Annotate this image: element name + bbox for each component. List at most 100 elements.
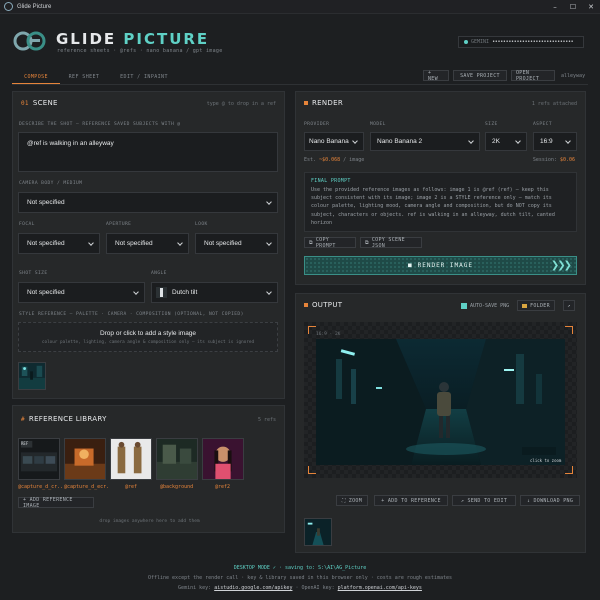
aperture-select[interactable]: Not specified: [106, 233, 189, 254]
folder-label: FOLDER: [530, 302, 550, 309]
copy-icon: ⧉: [365, 239, 369, 246]
chevron-down-icon: [266, 288, 272, 295]
output-history-thumbnail[interactable]: [304, 518, 332, 546]
ref-thumbnail[interactable]: [202, 438, 244, 480]
render-title: RENDER: [312, 99, 343, 107]
model-select[interactable]: Nano Banana 2: [370, 132, 480, 151]
shot-size-label: SHOT SIZE: [19, 271, 48, 276]
focal-select[interactable]: Not specified: [18, 233, 100, 254]
tabs-divider: [12, 84, 588, 85]
model-label: MODEL: [370, 122, 386, 127]
app-icon: [4, 2, 13, 11]
reference-library-panel: # REFERENCE LIBRARY 5 refs REF @capture_…: [12, 405, 285, 533]
logo-icon: [13, 31, 46, 51]
arrows-icon: ❯❯❯: [550, 260, 572, 271]
folder-button[interactable]: FOLDER: [517, 300, 555, 311]
describe-label: DESCRIBE THE SHOT — REFERENCE SAVED SUBJ…: [19, 122, 181, 127]
look-select[interactable]: Not specified: [195, 233, 278, 254]
angle-select[interactable]: Dutch tilt: [151, 282, 278, 303]
open-project-button[interactable]: OPEN PROJECT: [511, 70, 555, 82]
add-reference-image-button[interactable]: + ADD REFERENCE IMAGE: [18, 497, 94, 509]
size-value: 2K: [492, 138, 500, 145]
window-controls: – ☐ ✕: [546, 0, 600, 14]
ref-thumbnail[interactable]: [64, 438, 106, 480]
copy-prompt-button[interactable]: ⧉ COPY PROMPT: [304, 237, 356, 249]
chevron-down-icon: [266, 198, 272, 205]
autosave-label: AUTO-SAVE PNG: [470, 303, 510, 309]
chevron-down-icon: [468, 137, 474, 144]
tab-edit-inpaint[interactable]: EDIT / INPAINT: [108, 70, 180, 84]
send-to-edit-button[interactable]: ↗ SEND TO EDIT: [452, 495, 516, 506]
library-number: #: [21, 415, 25, 423]
add-to-reference-button[interactable]: + ADD TO REFERENCE: [374, 495, 448, 506]
estimate: Est. ~$0.068 / image: [304, 157, 364, 163]
provider-label: PROVIDER: [304, 122, 330, 127]
describe-textarea[interactable]: @ref is walking in an alleyway: [18, 132, 278, 172]
provider-select[interactable]: Nano Banana: [304, 132, 364, 151]
chevron-down-icon: [133, 288, 139, 295]
library-title: REFERENCE LIBRARY: [28, 415, 107, 423]
save-project-button[interactable]: SAVE PROJECT: [453, 70, 507, 81]
close-button[interactable]: ✕: [582, 0, 600, 14]
scene-panel: 01 SCENE type @ to drop in a ref DESCRIB…: [12, 91, 285, 399]
copy-icon: ⧉: [309, 239, 313, 246]
folder-icon: [522, 303, 528, 308]
main-tabs: COMPOSE REF SHEET EDIT / INPAINT: [12, 70, 180, 84]
final-prompt-box: FINAL PROMPT Use the provided reference …: [304, 172, 577, 232]
look-value: Not specified: [204, 240, 242, 247]
style-drop-title: Drop or click to add a style image: [99, 329, 197, 337]
aspect-value: 16:9: [540, 138, 553, 145]
style-dropzone[interactable]: Drop or click to add a style image colou…: [18, 322, 278, 352]
top-actions: + NEW SAVE PROJECT OPEN PROJECT alleyway: [423, 70, 585, 82]
image-tag: 16:9 · 2K: [316, 332, 341, 337]
scene-number: 01: [21, 99, 29, 107]
autosave-toggle[interactable]: AUTO-SAVE PNG: [461, 303, 509, 309]
chevron-down-icon: [565, 137, 571, 144]
aspect-select[interactable]: 16:9: [533, 132, 577, 151]
session-cost: Session: $0.06: [533, 157, 575, 163]
look-label: LOOK: [195, 222, 208, 227]
chevron-down-icon: [177, 239, 183, 246]
tab-ref-sheet[interactable]: REF SHEET: [60, 70, 108, 84]
size-label: SIZE: [485, 122, 498, 127]
style-image-thumbnail[interactable]: [18, 362, 46, 390]
size-select[interactable]: 2K: [485, 132, 527, 151]
gemini-key-link[interactable]: aistudio.google.com/apikey: [214, 585, 292, 591]
zoom-button[interactable]: ⛶ ZOOM: [336, 495, 368, 506]
model-value: Nano Banana 2: [377, 138, 423, 145]
render-image-button[interactable]: ■ RENDER IMAGE ❯❯❯: [304, 256, 577, 275]
output-title: OUTPUT: [312, 301, 343, 309]
rendered-image[interactable]: [316, 339, 565, 465]
camera-label: CAMERA BODY / MEDIUM: [19, 181, 83, 186]
api-key-value: ••••••••••••••••••••••••••••••: [492, 39, 574, 45]
estimate-prefix: Est.: [304, 157, 317, 163]
style-reference-label: STYLE REFERENCE — PALETTE · CAMERA · COM…: [19, 312, 244, 317]
output-marker-icon: [304, 303, 308, 307]
minimize-button[interactable]: –: [546, 0, 564, 14]
maximize-button[interactable]: ☐: [564, 0, 582, 14]
ref-thumbnail[interactable]: [110, 438, 152, 480]
copy-scene-json-button[interactable]: ⧉ COPY SCENE JSON: [360, 237, 422, 249]
tab-compose[interactable]: COMPOSE: [12, 70, 60, 84]
ref-label: @ref: [125, 484, 138, 490]
api-key-field[interactable]: GEMINI ••••••••••••••••••••••••••••••: [458, 36, 584, 48]
camera-select[interactable]: Not specified: [18, 192, 278, 213]
brand-title: GLIDE PICTURE: [56, 30, 209, 48]
focal-value: Not specified: [27, 240, 65, 247]
openai-key-link[interactable]: platform.openai.com/api-keys: [338, 585, 422, 591]
gemini-key-prefix: Gemini key:: [178, 585, 212, 591]
new-button[interactable]: + NEW: [423, 70, 449, 82]
render-marker-icon: [304, 101, 308, 105]
download-png-button[interactable]: ↓ DOWNLOAD PNG: [520, 495, 580, 506]
output-heading: OUTPUT: [304, 301, 342, 309]
library-drop-hint: drop images anywhere here to add them: [99, 519, 200, 524]
shot-size-select[interactable]: Not specified: [18, 282, 145, 303]
brand-title-main: GLIDE: [56, 30, 117, 48]
openai-key-prefix: · OpenAI key:: [295, 585, 335, 591]
ref-label: @ref2: [215, 484, 231, 490]
angle-thumb-icon: [156, 287, 167, 298]
open-external-button[interactable]: ↗: [563, 300, 575, 311]
shot-size-value: Not specified: [27, 289, 65, 296]
ref-thumbnail[interactable]: [156, 438, 198, 480]
click-to-zoom-hint: click to zoom: [530, 458, 562, 463]
